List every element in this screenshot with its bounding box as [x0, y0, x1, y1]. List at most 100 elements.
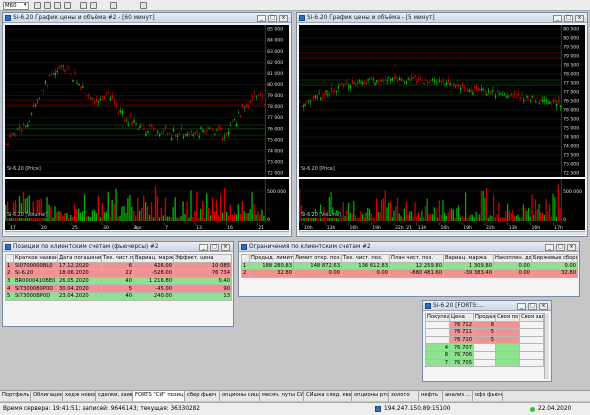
- volume-bar: [412, 216, 414, 221]
- price-pane[interactable]: 85 000 84 000 83 000 82 000 81 000 80 000 79 0…: [5, 25, 289, 177]
- cursor-icon[interactable]: [34, 2, 41, 9]
- horizontal-scrollbar[interactable]: [299, 231, 585, 235]
- bid-row[interactable]: 7 76 705: [425, 358, 544, 368]
- table-row[interactable]: 1 188 280.83 148 872.63 136 612.83 12 259.80…: [241, 261, 578, 271]
- bid-row[interactable]: 8 76 706: [425, 350, 544, 360]
- ask-row[interactable]: 76 711 5: [425, 328, 544, 337]
- volume-bar: [475, 211, 477, 221]
- connection-status-icon: [530, 406, 535, 412]
- column-header[interactable]: Вариац. маржа: [133, 254, 174, 263]
- tab-9[interactable]: опционы ртс: [352, 391, 389, 401]
- arrow-icon[interactable]: [110, 2, 117, 9]
- candle-body: [313, 95, 315, 99]
- table-row[interactable]: 2 Si-6.20 18.06.2020 22 -528.00 76 734: [5, 269, 232, 278]
- close-button[interactable]: ×: [539, 302, 548, 310]
- candle-body: [400, 79, 402, 81]
- minimize-button[interactable]: _: [199, 243, 208, 251]
- tab-2[interactable]: хедж новости: [63, 391, 96, 401]
- volume-pane[interactable]: 500 000 0: [5, 179, 289, 223]
- candle-body: [330, 87, 332, 90]
- volume-bar: [164, 197, 167, 221]
- column-header[interactable]: Тек. чист. поз.: [341, 254, 390, 263]
- candle-body: [496, 91, 498, 93]
- tab-8[interactable]: СИшка след. квартал: [304, 391, 352, 401]
- candle-body: [377, 81, 380, 83]
- settings-icon[interactable]: [140, 2, 147, 9]
- window-titlebar[interactable]: Позиции по клиентским счетам (фьючерсы) …: [3, 242, 233, 252]
- bid-row[interactable]: 4 76 707: [425, 343, 544, 352]
- column-header[interactable]: Тек. чист.поз.: [101, 254, 134, 263]
- crosshair-icon[interactable]: [44, 2, 51, 9]
- column-header[interactable]: Накоплен. доход: [493, 254, 532, 263]
- volume-bar: [227, 215, 230, 221]
- tab-7[interactable]: месяч. путы СИшка: [260, 391, 304, 401]
- table-row[interactable]: 3 BR0000410BE0 26.05.2020 40 1 216.80 0.40: [5, 276, 232, 286]
- volume-bar: [531, 194, 533, 221]
- zoom-in-icon[interactable]: [54, 2, 61, 9]
- chevron-down-icon[interactable]: ▾: [24, 2, 27, 8]
- line-tool-icon[interactable]: [80, 2, 87, 9]
- tab-11[interactable]: нефть: [419, 391, 443, 401]
- column-header[interactable]: [5, 254, 14, 263]
- close-button[interactable]: ×: [567, 243, 576, 251]
- column-header[interactable]: План чист. поз.: [389, 254, 444, 263]
- candle-body: [105, 92, 108, 94]
- maximize-button[interactable]: □: [268, 14, 277, 22]
- tab-4[interactable]: FORTS "СИ" позиции..: [133, 391, 185, 401]
- maximize-button[interactable]: □: [556, 243, 565, 251]
- candle-body: [386, 80, 388, 82]
- volume-pane[interactable]: 500 000 0: [299, 179, 585, 223]
- column-header[interactable]: Дата погашения: [57, 254, 102, 263]
- column-header[interactable]: Вариац. маржа: [443, 254, 494, 263]
- tab-5[interactable]: сбер фьюч: [185, 391, 220, 401]
- minimize-button[interactable]: _: [553, 14, 562, 22]
- column-header[interactable]: Биржевые сборы: [531, 254, 578, 263]
- zoom-out-icon[interactable]: [64, 2, 71, 9]
- main-toolbar: M60 ▾: [0, 0, 590, 11]
- volume-bar: [213, 212, 216, 221]
- column-header[interactable]: Эффект. цена: [173, 254, 232, 263]
- table-row[interactable]: 5 Si73000BP0D 23.04.2020 40 240.00 13: [5, 291, 232, 301]
- price-pane[interactable]: 80 500 80 000 79 500 79 000 78 500 78 000 77 5…: [299, 25, 585, 177]
- tab-3[interactable]: сделки, заявки: [96, 391, 133, 401]
- maximize-button[interactable]: □: [528, 302, 537, 310]
- vertical-scrollbar[interactable]: [544, 313, 549, 379]
- volume-bar: [365, 212, 367, 221]
- table-row[interactable]: 1 Si0700000BL0 17.12.2020 6 426.00 10 085: [5, 261, 232, 271]
- horizontal-scrollbar[interactable]: [5, 231, 289, 235]
- window-titlebar[interactable]: Ограничения по клиентским счетам #2 _ □ …: [239, 242, 579, 252]
- close-button[interactable]: ×: [575, 14, 584, 22]
- tab-13[interactable]: офз фьючи: [473, 391, 503, 401]
- window-titlebar[interactable]: Si-6.20 График цены и объёма #2 - [60 ми…: [3, 13, 291, 23]
- price-tick-label: 79 000: [563, 54, 579, 60]
- tab-12[interactable]: анализ ...: [443, 391, 473, 401]
- tab-1[interactable]: Облигации: [31, 391, 63, 401]
- text-tool-icon[interactable]: [90, 2, 97, 9]
- candle-body: [353, 82, 355, 84]
- candle-body: [318, 93, 320, 94]
- ask-row[interactable]: 76 710 5: [425, 335, 544, 345]
- column-header[interactable]: Краткое название: [13, 254, 58, 263]
- minimize-button[interactable]: _: [517, 302, 526, 310]
- candle-body: [5, 144, 7, 146]
- window-titlebar[interactable]: Si-6.20 График цены и объёма - [5 минут]…: [297, 13, 587, 23]
- column-header[interactable]: Лимит откр. поз.: [293, 254, 342, 263]
- table-row[interactable]: 4 Si7300080P0D 30.04.2020 5 -45.00 90: [5, 284, 232, 293]
- volume-bar: [428, 213, 430, 221]
- maximize-button[interactable]: □: [210, 243, 219, 251]
- table-row[interactable]: 2 32.80 0.00 0.00 -880 481.60 -39 383.40 0.00 3…: [241, 269, 578, 278]
- tab-10[interactable]: золото: [389, 391, 419, 401]
- column-header[interactable]: [241, 254, 250, 263]
- close-button[interactable]: ×: [279, 14, 288, 22]
- close-button[interactable]: ×: [221, 243, 230, 251]
- column-header[interactable]: Предыд. лимит: [249, 254, 294, 263]
- minimize-button[interactable]: _: [545, 243, 554, 251]
- ask-row[interactable]: 76 712 8: [425, 320, 544, 330]
- maximize-button[interactable]: □: [564, 14, 573, 22]
- tab-0[interactable]: Портфель: [0, 391, 31, 401]
- candle-body: [247, 105, 250, 108]
- candle-body: [263, 105, 265, 107]
- tab-6[interactable]: опционы сишка: [220, 391, 260, 401]
- window-titlebar[interactable]: Si-6.20 [FORTS:... _ □ ×: [423, 301, 551, 311]
- minimize-button[interactable]: _: [257, 14, 266, 22]
